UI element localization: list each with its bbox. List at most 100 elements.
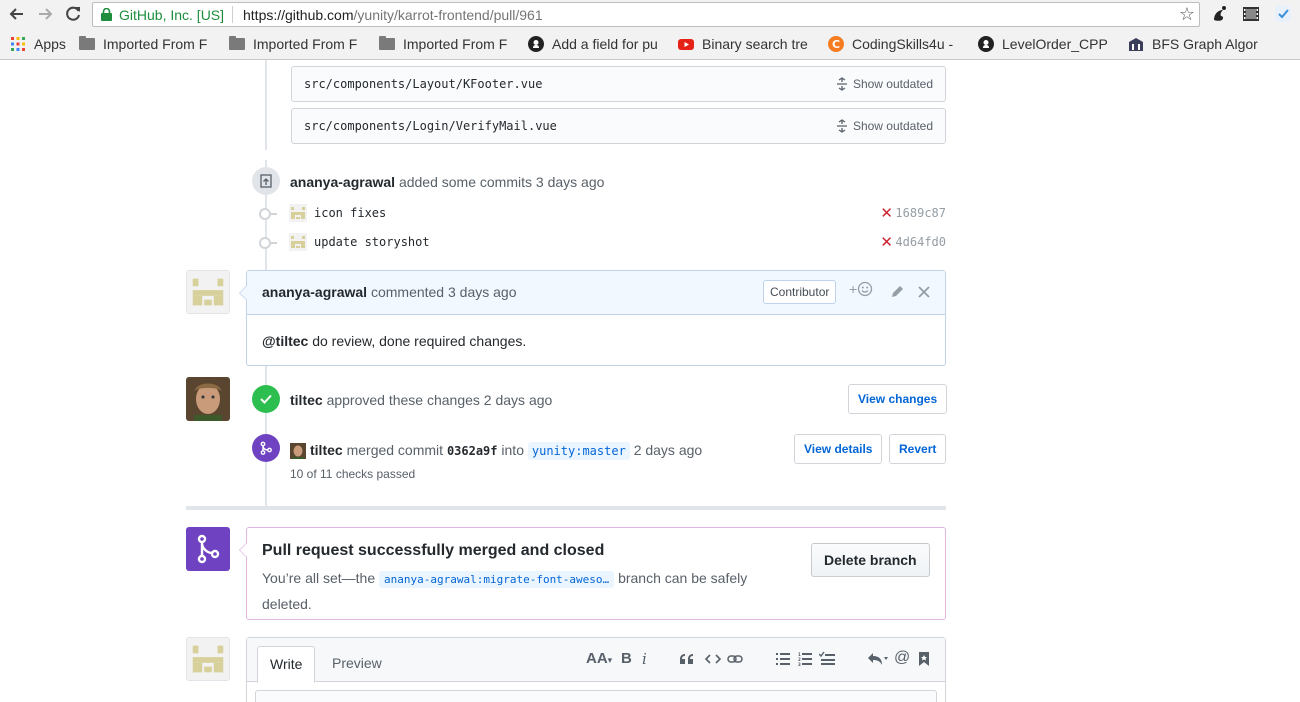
svg-text:3: 3 bbox=[798, 662, 801, 666]
current-user-avatar[interactable] bbox=[186, 637, 230, 681]
smiley-icon bbox=[858, 281, 873, 297]
forward-arrow-icon bbox=[39, 8, 53, 20]
bookmark-github-levelorder[interactable]: LevelOrder_CPP bbox=[978, 34, 1114, 54]
avatar[interactable] bbox=[289, 233, 307, 251]
show-outdated-button[interactable]: Show outdated bbox=[835, 77, 933, 91]
unordered-list-icon[interactable] bbox=[776, 652, 790, 666]
comment-card: ananya-agrawal commented 3 days ago Cont… bbox=[239, 270, 946, 366]
bookmark-folder-2[interactable]: Imported From F bbox=[229, 34, 365, 54]
bookmark-folder-3[interactable]: Imported From F bbox=[379, 34, 515, 54]
url-host: https://github.com bbox=[243, 7, 354, 23]
heading-tool[interactable]: AA▾ bbox=[586, 650, 612, 667]
add-reaction-button[interactable]: + bbox=[849, 281, 873, 297]
extension-gnome-icon[interactable] bbox=[1210, 4, 1230, 24]
secure-site-label: GitHub, Inc. [US] bbox=[119, 7, 225, 23]
merger-link[interactable]: tiltec bbox=[310, 442, 343, 458]
bookmark-star-icon[interactable]: ☆ bbox=[1179, 4, 1195, 25]
merged-badge bbox=[252, 434, 280, 462]
merge-commit-link[interactable]: 0362a9f bbox=[447, 444, 498, 458]
avatar[interactable] bbox=[289, 204, 307, 222]
ordered-list-icon[interactable]: 123 bbox=[798, 652, 812, 666]
mention-tool[interactable]: @ bbox=[894, 649, 910, 667]
approval-event-text: tiltec approved these changes 2 days ago bbox=[290, 392, 552, 408]
lock-icon bbox=[101, 8, 112, 21]
tab-write[interactable]: Write bbox=[257, 646, 316, 683]
close-icon[interactable] bbox=[916, 284, 932, 300]
italic-tool[interactable]: i bbox=[642, 650, 647, 668]
address-bar[interactable]: GitHub, Inc. [US] https://github.com/yun… bbox=[92, 2, 1200, 27]
push-badge bbox=[252, 167, 280, 195]
comment-textarea[interactable] bbox=[255, 690, 937, 702]
reviewer-link[interactable]: tiltec bbox=[290, 392, 323, 408]
task-list-icon[interactable] bbox=[819, 651, 835, 666]
comment-timestamp[interactable]: commented 3 days ago bbox=[371, 284, 517, 300]
back-button[interactable] bbox=[6, 3, 28, 25]
bold-tool[interactable]: B bbox=[621, 650, 632, 667]
desc-before: You’re all set—the bbox=[262, 570, 376, 586]
browser-chrome: GitHub, Inc. [US] https://github.com/yun… bbox=[0, 0, 1300, 60]
timeline-divider bbox=[186, 506, 946, 510]
bookmark-github-pr[interactable]: Add a field for pu bbox=[528, 34, 664, 54]
commit-message-link[interactable]: icon fixes bbox=[314, 206, 386, 220]
new-comment-editor: Write Preview AA▾ B i 123 @ bbox=[246, 637, 946, 702]
quote-icon[interactable] bbox=[679, 652, 695, 666]
approved-badge bbox=[252, 385, 280, 413]
mention-link[interactable]: @tiltec bbox=[262, 333, 308, 349]
commit-sha-link[interactable]: 4d64fd0 bbox=[895, 235, 946, 249]
unfold-icon bbox=[836, 119, 847, 133]
revert-button[interactable]: Revert bbox=[889, 434, 947, 464]
pencil-icon[interactable] bbox=[889, 284, 905, 300]
commit-sha-link[interactable]: 1689c87 bbox=[895, 206, 946, 220]
folder-icon bbox=[379, 36, 395, 52]
commenter-avatar[interactable] bbox=[186, 270, 230, 314]
reaction-plus: + bbox=[849, 281, 858, 297]
url-text[interactable]: https://github.com/yunity/karrot-fronten… bbox=[243, 7, 543, 23]
merger-avatar[interactable] bbox=[290, 443, 306, 459]
repo-push-icon bbox=[260, 174, 272, 188]
view-details-button[interactable]: View details bbox=[794, 434, 883, 464]
bookmark-label: Imported From F bbox=[253, 36, 358, 52]
check-icon bbox=[260, 394, 272, 404]
show-outdated-label: Show outdated bbox=[852, 77, 933, 91]
merge-timestamp[interactable]: 2 days ago bbox=[634, 442, 703, 458]
bookmark-folder-1[interactable]: Imported From F bbox=[79, 34, 215, 54]
bookmark-codingskills[interactable]: C CodingSkills4u - bbox=[828, 34, 964, 54]
merge-into: into bbox=[501, 442, 524, 458]
link-icon[interactable] bbox=[727, 652, 743, 666]
bookmark-youtube[interactable]: Binary search tre bbox=[678, 34, 814, 54]
heading-icon: AA bbox=[586, 650, 608, 667]
folder-icon bbox=[79, 36, 95, 52]
event-author-link[interactable]: ananya-agrawal bbox=[290, 174, 395, 190]
outdated-file-row: src/components/Login/VerifyMail.vue Show… bbox=[291, 108, 946, 144]
bookmark-bfs[interactable]: BFS Graph Algor bbox=[1128, 34, 1264, 54]
reviewer-avatar[interactable] bbox=[186, 377, 230, 421]
bookmark-apps[interactable]: Apps bbox=[10, 34, 80, 54]
merge-description: merged commit bbox=[346, 442, 444, 458]
comment-author-link[interactable]: ananya-agrawal bbox=[262, 284, 367, 300]
view-changes-button[interactable]: View changes bbox=[848, 384, 948, 414]
extension-film-icon[interactable] bbox=[1241, 4, 1261, 24]
unfold-icon bbox=[836, 77, 847, 91]
bold-icon: B bbox=[621, 650, 632, 667]
codingskills-icon: C bbox=[828, 36, 844, 52]
reload-button[interactable] bbox=[62, 3, 84, 25]
git-merge-icon bbox=[260, 441, 272, 455]
folder-icon bbox=[229, 36, 245, 52]
ci-failed-icon[interactable]: ✕ bbox=[880, 233, 893, 251]
checks-summary[interactable]: 10 of 11 checks passed bbox=[290, 467, 415, 481]
show-outdated-button[interactable]: Show outdated bbox=[835, 119, 933, 133]
forward-button[interactable] bbox=[34, 3, 56, 25]
commit-message-link[interactable]: update storyshot bbox=[314, 235, 430, 249]
tab-preview[interactable]: Preview bbox=[320, 646, 394, 683]
saved-replies-icon[interactable] bbox=[918, 651, 930, 667]
bfs-icon bbox=[1129, 38, 1143, 51]
code-icon[interactable] bbox=[705, 653, 721, 665]
reply-icon[interactable] bbox=[867, 651, 889, 666]
comment-meta: ananya-agrawal commented 3 days ago bbox=[262, 284, 516, 300]
delete-branch-button[interactable]: Delete branch bbox=[811, 543, 930, 577]
merge-status-card: Pull request successfully merged and clo… bbox=[239, 527, 946, 620]
extension-check-icon[interactable] bbox=[1273, 4, 1293, 24]
bookmark-label: Imported From F bbox=[103, 36, 208, 52]
commit-row: update storyshot ✕ 4d64fd0 bbox=[259, 233, 949, 253]
ci-failed-icon[interactable]: ✕ bbox=[880, 204, 893, 222]
